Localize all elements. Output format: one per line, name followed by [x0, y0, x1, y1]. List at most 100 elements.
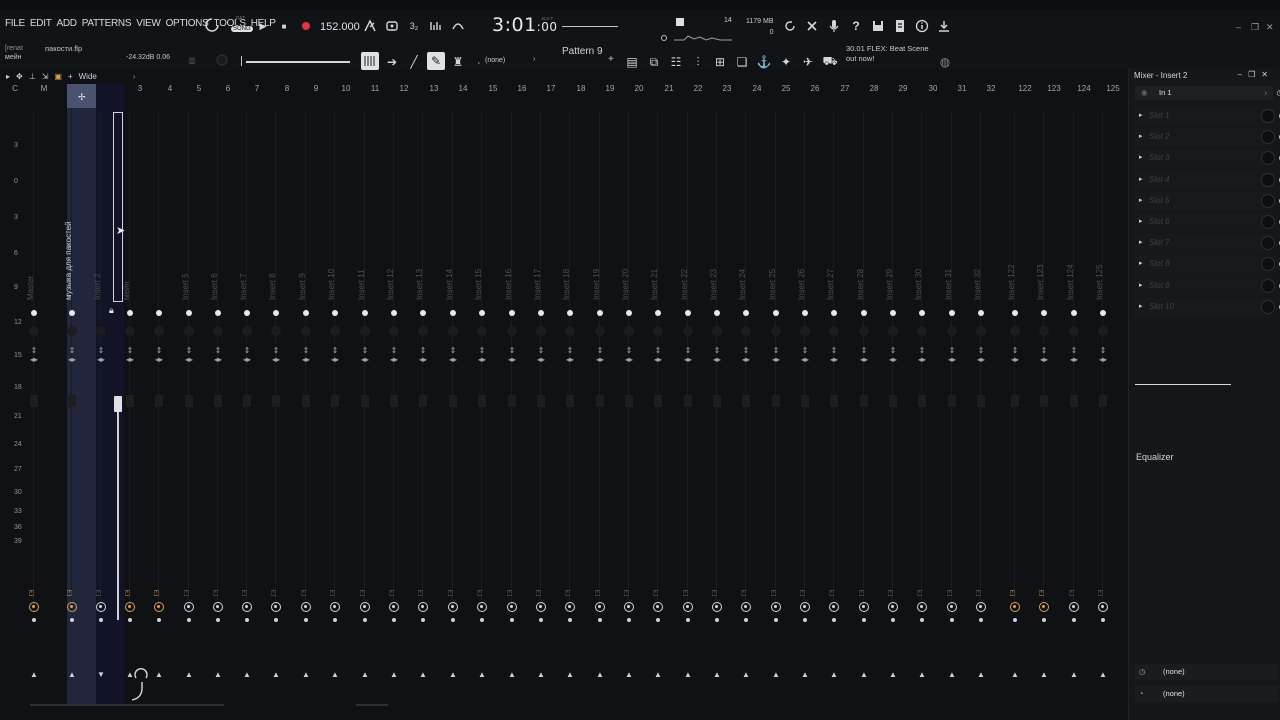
route-link-icon[interactable]: ⍞ [683, 589, 688, 599]
route-knob[interactable] [360, 602, 370, 612]
slot-arrow-icon[interactable]: ▸ [1139, 111, 1143, 119]
download-icon[interactable] [936, 18, 952, 34]
route-link-icon[interactable]: ⍞ [859, 589, 864, 599]
volume-fader[interactable] [860, 395, 868, 407]
volume-fader[interactable] [478, 395, 486, 407]
mixer-strip[interactable]: Insert 12 ⇕ ◂▸ ⍞ ▲ [382, 90, 406, 700]
volume-fader[interactable] [948, 395, 956, 407]
route-link-icon[interactable]: ⍞ [389, 589, 394, 599]
stereo-separation-icon[interactable]: ⇕ ◂▸ [976, 346, 986, 364]
volume-fader[interactable] [977, 395, 985, 407]
stereo-separation-icon[interactable]: ⇕ ◂▸ [154, 346, 164, 364]
send-dot[interactable] [99, 618, 103, 622]
send-dot[interactable] [832, 618, 836, 622]
route-knob[interactable] [507, 602, 517, 612]
minimize-icon[interactable]: – [1236, 22, 1241, 32]
volume-fader[interactable] [1099, 395, 1107, 407]
mixer-layout-icon[interactable]: ▣ [54, 72, 62, 81]
mute-toggle[interactable] [626, 310, 632, 316]
mute-toggle[interactable] [156, 310, 162, 316]
lock-icon[interactable]: ▥ [184, 52, 200, 68]
route-link-icon[interactable]: ⍞ [653, 589, 658, 599]
volume-fader[interactable] [566, 395, 574, 407]
mute-toggle[interactable] [450, 310, 456, 316]
route-knob[interactable] [389, 602, 399, 612]
stereo-separation-icon[interactable]: ⇕ ◂▸ [418, 346, 428, 364]
volume-fader[interactable] [654, 395, 662, 407]
slot-mix-knob[interactable] [1261, 151, 1275, 166]
send-dot[interactable] [803, 618, 807, 622]
send-dot[interactable] [627, 618, 631, 622]
send-arrow-icon[interactable]: ▲ [390, 670, 398, 679]
route-link-icon[interactable]: ⍞ [947, 589, 952, 599]
send-dot[interactable] [686, 618, 690, 622]
route-link-icon[interactable]: ⍞ [595, 589, 600, 599]
volume-fader[interactable] [625, 395, 633, 407]
playlist-icon[interactable]: ▤ [624, 54, 640, 70]
pan-knob[interactable] [565, 326, 575, 336]
stereo-separation-icon[interactable]: ⇕ ◂▸ [1098, 346, 1108, 364]
effect-slot[interactable]: ▸ Slot 1 [1135, 107, 1280, 125]
mute-toggle[interactable] [831, 310, 837, 316]
menu-edit[interactable]: EDIT [30, 18, 52, 29]
volume-fader[interactable] [272, 395, 280, 407]
route-knob[interactable] [213, 602, 223, 612]
send-arrow-icon[interactable]: ▲ [889, 670, 897, 679]
news-hint[interactable]: 30.01 FLEX: Beat Scene out now! [846, 44, 936, 64]
slot-mix-knob[interactable] [1261, 130, 1275, 145]
route-knob[interactable] [771, 602, 781, 612]
route-knob[interactable] [125, 602, 135, 612]
send-arrow-icon[interactable]: ▲ [449, 670, 457, 679]
pan-knob[interactable] [624, 326, 634, 336]
send-dot[interactable] [950, 618, 954, 622]
mixer-mode-label[interactable]: Wide [79, 72, 97, 81]
volume-fader[interactable] [449, 395, 457, 407]
mute-toggle[interactable] [1071, 310, 1077, 316]
stereo-separation-icon[interactable]: ⇕ ◂▸ [859, 346, 869, 364]
mute-toggle[interactable] [1012, 310, 1018, 316]
send-arrow-icon[interactable]: ▲ [830, 670, 838, 679]
slot-arrow-icon[interactable]: ▸ [1139, 302, 1143, 310]
pan-knob[interactable] [683, 326, 693, 336]
route-link-icon[interactable]: ⍞ [271, 589, 276, 599]
stereo-separation-icon[interactable]: ⇕ ◂▸ [1039, 346, 1049, 364]
mixer-strip[interactable]: Insert 30 ⇕ ◂▸ ⍞ ▲ [910, 90, 934, 700]
send-arrow-icon[interactable]: ▲ [1070, 670, 1078, 679]
stereo-separation-icon[interactable]: ⇕ ◂▸ [477, 346, 487, 364]
route-link-icon[interactable]: ⍞ [536, 589, 541, 599]
route-knob[interactable] [1069, 602, 1079, 612]
mixer-up-icon[interactable]: ⊥ [29, 72, 36, 81]
stereo-separation-icon[interactable]: ⇕ ◂▸ [595, 346, 605, 364]
pencil-icon[interactable]: ✎ [427, 52, 445, 70]
stereo-separation-icon[interactable]: ⇕ ◂▸ [947, 346, 957, 364]
route-link-icon[interactable]: ⍞ [712, 589, 717, 599]
mixer-strip[interactable]: Insert 23 ⇕ ◂▸ ⍞ ▲ [705, 90, 729, 700]
route-link-icon[interactable]: ⍞ [448, 589, 453, 599]
route-knob[interactable] [653, 602, 663, 612]
route-knob[interactable] [96, 602, 106, 612]
route-link-icon[interactable]: ⍞ [1010, 589, 1015, 599]
stereo-separation-icon[interactable]: ⇕ ◂▸ [29, 346, 39, 364]
effect-slot[interactable]: ▸ Slot 2 [1135, 128, 1280, 147]
pattern-link-icon[interactable]: ◔ [470, 55, 486, 71]
output-row-2[interactable]: ◔ (none) [1135, 686, 1279, 702]
pan-knob[interactable] [389, 326, 399, 336]
horizontal-scrollbar[interactable] [30, 704, 224, 706]
blend-notes-icon[interactable] [450, 18, 466, 34]
route-link-icon[interactable]: ⍞ [976, 589, 981, 599]
send-arrow-icon[interactable]: ▲ [801, 670, 809, 679]
route-link-icon[interactable]: ⍞ [1098, 589, 1103, 599]
slot-arrow-icon[interactable]: ▸ [1139, 175, 1143, 183]
stereo-separation-icon[interactable]: ⇕ ◂▸ [242, 346, 252, 364]
send-arrow-icon[interactable]: ▲ [508, 670, 516, 679]
project-icon[interactable]: ❏ [734, 54, 750, 70]
mixer-strip[interactable]: Insert 6 ⇕ ◂▸ ⍞ ▲ [206, 90, 230, 700]
stereo-separation-icon[interactable]: ⇕ ◂▸ [771, 346, 781, 364]
route-knob[interactable] [477, 602, 487, 612]
pan-knob[interactable] [888, 326, 898, 336]
online-globe-icon[interactable]: ◍ [937, 54, 953, 70]
route-knob[interactable] [1010, 602, 1020, 612]
mixer-strip[interactable]: Insert 123 ⇕ ◂▸ ⍞ ▲ [1032, 90, 1056, 700]
send-dot[interactable] [421, 618, 425, 622]
plugin-icon[interactable]: ⚓ [756, 54, 772, 70]
